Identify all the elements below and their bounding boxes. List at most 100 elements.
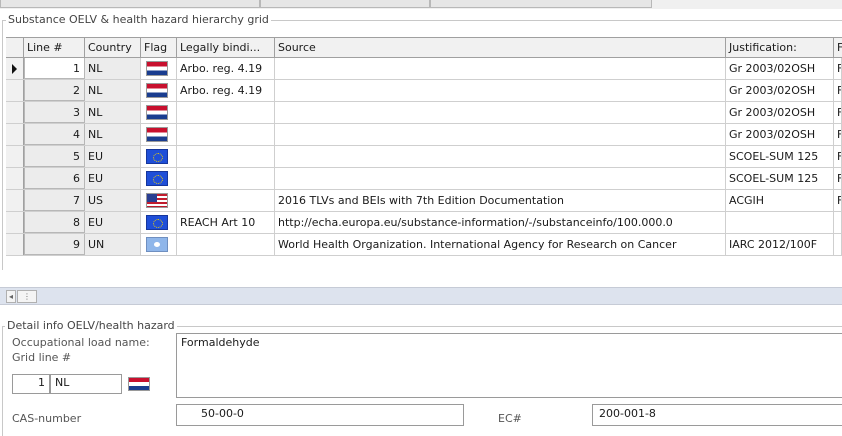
cell-source[interactable]: http://echa.europa.eu/substance-informat… bbox=[275, 212, 726, 233]
column-header-justification[interactable]: Justification: bbox=[726, 38, 834, 58]
cell-flag[interactable] bbox=[141, 212, 177, 233]
cell-line-number[interactable]: 6 bbox=[24, 168, 85, 189]
grid-group-title: Substance OELV & health hazard hierarchy… bbox=[6, 13, 271, 26]
cell-legally-binding[interactable] bbox=[177, 168, 275, 189]
cell-extra[interactable]: F bbox=[834, 124, 842, 145]
cell-source[interactable] bbox=[275, 146, 726, 167]
cell-country[interactable]: NL bbox=[85, 124, 141, 145]
cell-legally-binding[interactable]: REACH Art 10 bbox=[177, 212, 275, 233]
cell-extra[interactable]: F bbox=[834, 146, 842, 167]
cell-source[interactable] bbox=[275, 102, 726, 123]
cell-extra[interactable]: F bbox=[834, 168, 842, 189]
cell-extra[interactable]: F bbox=[834, 102, 842, 123]
cell-line-number[interactable]: 7 bbox=[24, 190, 85, 211]
cell-source[interactable] bbox=[275, 168, 726, 189]
cell-line-number[interactable]: 4 bbox=[24, 124, 85, 145]
cell-justification[interactable]: IARC 2012/100F bbox=[726, 234, 834, 255]
cell-legally-binding[interactable] bbox=[177, 234, 275, 255]
scroll-left-arrow-icon[interactable]: ◂ bbox=[6, 290, 16, 303]
cell-legally-binding[interactable]: Arbo. reg. 4.19 bbox=[177, 58, 275, 79]
cell-source[interactable] bbox=[275, 58, 726, 79]
cell-country[interactable]: UN bbox=[85, 234, 141, 255]
cell-flag[interactable] bbox=[141, 124, 177, 145]
cas-number-field[interactable]: 50-00-0 bbox=[176, 404, 464, 426]
eu-flag-icon bbox=[146, 215, 168, 230]
cell-extra[interactable]: F bbox=[834, 58, 842, 79]
cell-justification[interactable]: Gr 2003/02OSH bbox=[726, 124, 834, 145]
cell-line-number[interactable]: 2 bbox=[24, 80, 85, 101]
top-tab-left[interactable] bbox=[0, 0, 260, 8]
table-row[interactable]: 6EU SCOEL-SUM 125F bbox=[6, 168, 842, 190]
cell-justification[interactable]: SCOEL-SUM 125 bbox=[726, 146, 834, 167]
cell-extra[interactable]: F bbox=[834, 80, 842, 101]
cell-justification[interactable]: SCOEL-SUM 125 bbox=[726, 168, 834, 189]
column-header-line[interactable]: Line # bbox=[24, 38, 85, 58]
cell-country[interactable]: NL bbox=[85, 102, 141, 123]
column-header-country[interactable]: Country bbox=[85, 38, 141, 58]
cell-flag[interactable] bbox=[141, 80, 177, 101]
top-tab-middle[interactable] bbox=[260, 0, 430, 8]
cell-flag[interactable] bbox=[141, 102, 177, 123]
cell-justification[interactable]: Gr 2003/02OSH bbox=[726, 102, 834, 123]
cell-justification[interactable]: Gr 2003/02OSH bbox=[726, 80, 834, 101]
cell-flag[interactable] bbox=[141, 58, 177, 79]
current-row-arrow-icon bbox=[12, 64, 17, 74]
grid-line-number-field[interactable]: 1 bbox=[12, 374, 50, 394]
cell-legally-binding[interactable] bbox=[177, 102, 275, 123]
nl-flag-icon bbox=[146, 127, 168, 142]
occupational-load-name-field[interactable]: Formaldehyde bbox=[176, 333, 842, 398]
column-header-extra[interactable]: F bbox=[834, 38, 842, 58]
table-row[interactable]: 2NL Arbo. reg. 4.19 Gr 2003/02OSHF bbox=[6, 80, 842, 102]
column-header-source[interactable]: Source bbox=[275, 38, 726, 58]
ec-number-field[interactable]: 200-001-8 bbox=[592, 404, 842, 426]
cell-legally-binding[interactable] bbox=[177, 146, 275, 167]
cell-justification[interactable]: ACGIH bbox=[726, 190, 834, 211]
cell-flag[interactable] bbox=[141, 168, 177, 189]
occupational-load-name-label: Occupational load name: bbox=[12, 336, 150, 349]
cell-legally-binding[interactable] bbox=[177, 190, 275, 211]
cell-country[interactable]: NL bbox=[85, 80, 141, 101]
table-row[interactable]: 8 EU REACH Art 10 http://echa.europa.eu/sub… bbox=[6, 212, 842, 234]
cas-number-label: CAS-number bbox=[12, 412, 82, 425]
cell-justification[interactable]: Gr 2003/02OSH bbox=[726, 58, 834, 79]
cell-flag[interactable] bbox=[141, 234, 177, 255]
cell-line-number[interactable]: 5 bbox=[24, 146, 85, 167]
grid-line-country-field[interactable]: NL bbox=[50, 374, 122, 394]
table-row[interactable]: 3NL Gr 2003/02OSHF bbox=[6, 102, 842, 124]
cell-source[interactable]: 2016 TLVs and BEIs with 7th Edition Docu… bbox=[275, 190, 726, 211]
header-indicator bbox=[6, 38, 24, 58]
cell-extra[interactable] bbox=[834, 234, 842, 255]
cell-extra[interactable] bbox=[834, 212, 842, 233]
nl-flag-icon bbox=[146, 105, 168, 120]
cell-legally-binding[interactable]: Arbo. reg. 4.19 bbox=[177, 80, 275, 101]
table-row[interactable]: 1NL Arbo. reg. 4.19 Gr 2003/02OSHF bbox=[6, 58, 842, 80]
cell-line-number[interactable]: 9 bbox=[24, 234, 85, 255]
cell-country[interactable]: NL bbox=[85, 58, 141, 79]
table-row[interactable]: 4NL Gr 2003/02OSHF bbox=[6, 124, 842, 146]
column-header-legally-binding[interactable]: Legally bindi... bbox=[177, 38, 275, 58]
cell-extra[interactable]: F bbox=[834, 190, 842, 211]
cell-legally-binding[interactable] bbox=[177, 124, 275, 145]
cell-justification[interactable] bbox=[726, 212, 834, 233]
cell-country[interactable]: EU bbox=[85, 212, 141, 233]
us-flag-icon bbox=[146, 193, 168, 208]
cell-country[interactable]: EU bbox=[85, 168, 141, 189]
cell-line-number[interactable]: 8 bbox=[24, 212, 85, 233]
cell-source[interactable] bbox=[275, 124, 726, 145]
cell-line-number[interactable]: 1 bbox=[24, 58, 85, 79]
horizontal-scrollbar[interactable]: ◂ ⋮ bbox=[0, 287, 842, 305]
table-row[interactable]: 7 US 2016 TLVs and BEIs with 7th Edition D… bbox=[6, 190, 842, 212]
cell-country[interactable]: EU bbox=[85, 146, 141, 167]
table-row[interactable]: 5EU SCOEL-SUM 125F bbox=[6, 146, 842, 168]
table-row[interactable]: 9 UN World Health Organization. Internatio… bbox=[6, 234, 842, 256]
top-tab-right[interactable] bbox=[430, 0, 652, 8]
column-header-flag[interactable]: Flag bbox=[141, 38, 177, 58]
cell-country[interactable]: US bbox=[85, 190, 141, 211]
cell-source[interactable] bbox=[275, 80, 726, 101]
cell-flag[interactable] bbox=[141, 146, 177, 167]
nl-flag-icon bbox=[146, 83, 168, 98]
cell-source[interactable]: World Health Organization. International… bbox=[275, 234, 726, 255]
scroll-thumb[interactable]: ⋮ bbox=[17, 290, 37, 303]
cell-line-number[interactable]: 3 bbox=[24, 102, 85, 123]
cell-flag[interactable] bbox=[141, 190, 177, 211]
